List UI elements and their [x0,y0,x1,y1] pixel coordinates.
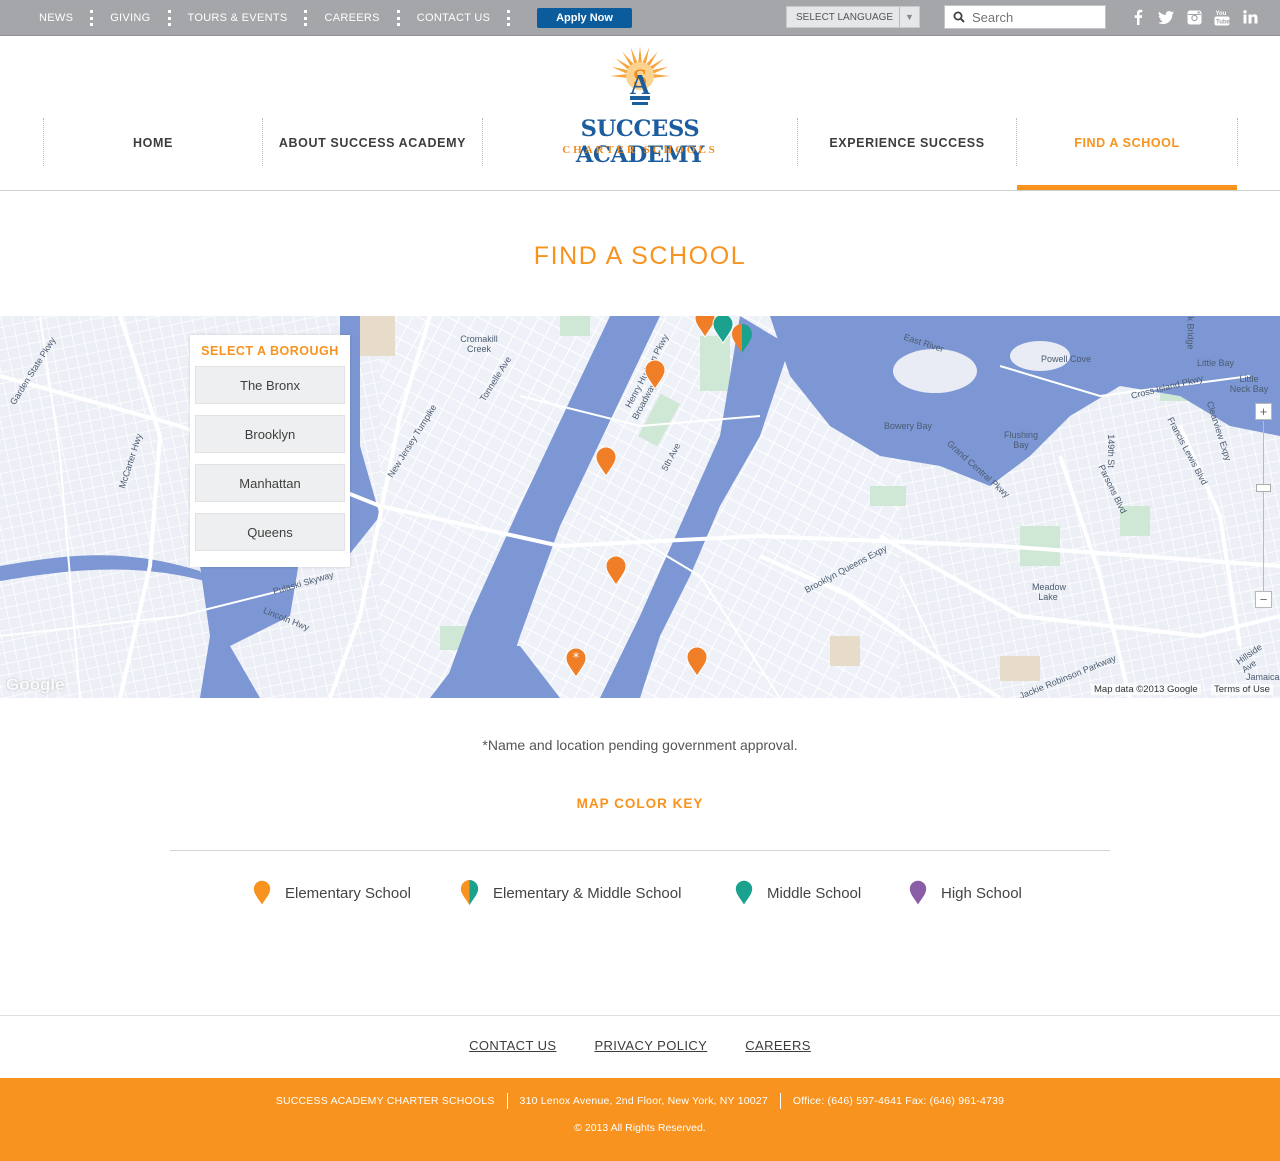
site-header: HOME ABOUT SUCCESS ACADEMY S A SUCCESS A… [0,36,1280,191]
elementary-pin-icon[interactable] [595,447,617,477]
utility-link-news[interactable]: NEWS [22,12,90,24]
map-label: Meadow Lake [1032,582,1067,602]
linkedin-icon[interactable] [1236,7,1264,27]
nav-item-experience[interactable]: EXPERIENCE SUCCESS [798,118,1016,168]
logo-subtitle: CHARTER SCHOOLS [562,144,718,156]
social-links: You Tube [1124,7,1264,27]
footer-links: CONTACT US PRIVACY POLICY CAREERS [0,1038,1280,1053]
footer-phone: Office: (646) 597-4641 Fax: (646) 961-47… [792,1095,1005,1107]
map-label: Little Bay [1197,358,1235,368]
borough-button-brooklyn[interactable]: Brooklyn [195,415,345,453]
elementary-pin-icon[interactable] [644,360,666,390]
divider [170,850,1110,851]
logo-emblem: S A [610,46,670,105]
map-key-label: Elementary School [285,884,411,902]
footer-link-privacy-policy[interactable]: PRIVACY POLICY [594,1038,707,1053]
instagram-icon[interactable] [1180,7,1208,27]
logo-wordmark: SUCCESS ACADEMY [575,116,705,168]
map-key-item: Elementary School [253,880,411,906]
apply-now-button[interactable]: Apply Now [537,8,632,28]
svg-text:Tube: Tube [1216,19,1230,25]
zoom-slider-handle[interactable] [1256,484,1271,492]
language-select[interactable]: SELECT LANGUAGE ▼ [786,6,920,28]
map-label: Little Neck Bay [1229,374,1269,394]
youtube-icon[interactable]: You Tube [1208,7,1236,27]
map-key-item: Elementary & Middle School [460,880,681,906]
utility-link-contact-us[interactable]: CONTACT US [400,12,508,24]
footer-address: 310 Lenox Avenue, 2nd Floor, New York, N… [519,1095,768,1107]
zoom-out-button[interactable]: − [1255,591,1272,608]
svg-text:*: * [573,651,580,666]
borough-button-bronx[interactable]: The Bronx [195,366,345,404]
chevron-down-icon: ▼ [899,7,919,27]
borough-button-manhattan[interactable]: Manhattan [195,464,345,502]
utility-nav: NEWS GIVING TOURS & EVENTS CAREERS CONTA… [22,0,511,35]
search-icon [953,11,965,23]
zoom-slider-track[interactable] [1263,421,1264,591]
borough-selector: SELECT A BOROUGH The Bronx Brooklyn Manh… [190,335,350,567]
middle-pin-icon [735,880,753,905]
elementary-middle-pin-icon [460,880,479,906]
borough-heading: SELECT A BOROUGH [201,344,339,358]
utility-link-careers[interactable]: CAREERS [307,12,396,24]
map-key-item: High School [909,880,1022,906]
footer-bar: SUCCESS ACADEMY CHARTER SCHOOLS 310 Leno… [0,1078,1280,1161]
map-label: Bowery Bay [884,421,933,431]
utility-link-giving[interactable]: GIVING [93,12,167,24]
elementary-pin-icon [253,880,271,905]
map-label: Cromakill Creek [460,334,498,354]
borough-button-queens[interactable]: Queens [195,513,345,551]
map-key-label: Elementary & Middle School [493,884,682,902]
copyright: © 2013 All Rights Reserved. [574,1122,706,1134]
footer-org: SUCCESS ACADEMY CHARTER SCHOOLS [275,1095,495,1107]
map-label: 149th St [1105,434,1116,468]
high-pin-icon [909,880,927,905]
utility-link-tours-events[interactable]: TOURS & EVENTS [171,12,305,24]
utility-divider [507,9,511,26]
footer-link-careers[interactable]: CAREERS [745,1038,811,1053]
search-input[interactable] [972,9,1102,25]
twitter-icon[interactable] [1152,7,1180,27]
google-logo: Google [6,675,65,694]
map-key-label: Middle School [767,884,862,902]
map-label: Powell Cove [1041,354,1092,364]
svg-text:You: You [1216,11,1227,17]
nav-item-home[interactable]: HOME [44,118,262,168]
nav-item-about[interactable]: ABOUT SUCCESS ACADEMY [263,118,482,168]
search-box [944,5,1106,29]
active-nav-indicator [1017,185,1237,190]
nav-item-find-a-school[interactable]: FIND A SCHOOL [1017,118,1237,168]
zoom-in-button[interactable]: + [1255,403,1272,420]
utility-bar: NEWS GIVING TOURS & EVENTS CAREERS CONTA… [0,0,1280,36]
facebook-icon[interactable] [1124,7,1152,27]
approval-note: *Name and location pending government ap… [482,737,798,753]
elementary-middle-pin-icon[interactable] [731,324,753,354]
elementary-pin-icon[interactable] [605,556,627,586]
school-map[interactable]: East River Powell Cove Little Bay Little… [0,316,1280,698]
map-label: Flushing Bay [1003,430,1039,450]
divider [0,1015,1280,1016]
elementary-pin-icon[interactable] [686,647,708,677]
map-key-item: Middle School [735,880,861,906]
nav-divider [1237,118,1238,166]
footer-link-contact-us[interactable]: CONTACT US [469,1038,556,1053]
site-logo[interactable]: S A SUCCESS ACADEMY CHARTER SCHOOLS [518,44,762,168]
footer-contact-line: SUCCESS ACADEMY CHARTER SCHOOLS 310 Leno… [0,1093,1280,1109]
map-label: Jamaica [1246,672,1280,682]
page-title: FIND A SCHOOL [533,242,747,270]
pending-elementary-pin-icon[interactable]: * [565,648,587,678]
nav-divider [482,118,483,166]
map-terms-link[interactable]: Terms of Use [1211,684,1273,695]
map-attribution: Map data ©2013 Google [1091,684,1201,695]
map-key-label: High School [941,884,1022,902]
language-select-label: SELECT LANGUAGE [796,11,894,23]
map-label: Neck Bridge [1185,316,1196,350]
map-key-title: MAP COLOR KEY [576,796,704,811]
